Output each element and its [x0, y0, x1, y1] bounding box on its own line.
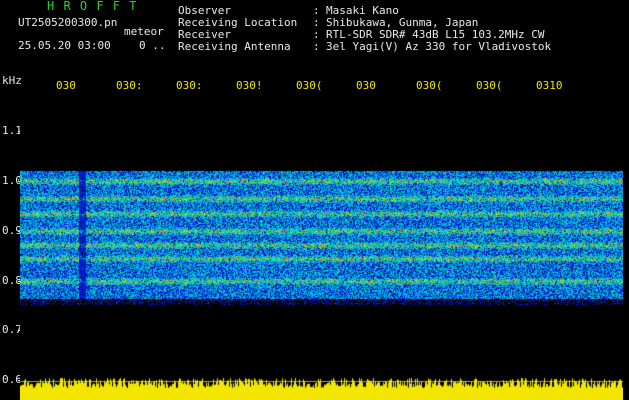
app-title: H R O F F T: [47, 0, 138, 13]
x-tick: 030:: [116, 79, 143, 92]
antenna-colon: :: [313, 40, 320, 53]
x-tick: 030:: [176, 79, 203, 92]
file-name: UT2505200300.pn: [18, 16, 118, 29]
x-tick: 030(: [476, 79, 503, 92]
x-tick: 0310: [536, 79, 563, 92]
status-flag: 0 ..: [139, 39, 166, 52]
x-tick: 030: [56, 79, 76, 92]
timestamp: 25.05.20 03:00: [18, 39, 111, 52]
right-edge: [624, 97, 629, 400]
spectrogram-canvas: [20, 97, 623, 400]
file-type-label: meteor: [124, 25, 164, 38]
x-tick: 030: [356, 79, 376, 92]
y-axis-unit: kHz: [2, 74, 22, 87]
antenna-value: 3el Yagi(V) Az 330 for Vladivostok: [326, 40, 552, 53]
x-tick: 030(: [296, 79, 323, 92]
x-tick: 030(: [416, 79, 443, 92]
x-tick: 030!: [236, 79, 263, 92]
antenna-label: Receiving Antenna: [178, 40, 291, 53]
